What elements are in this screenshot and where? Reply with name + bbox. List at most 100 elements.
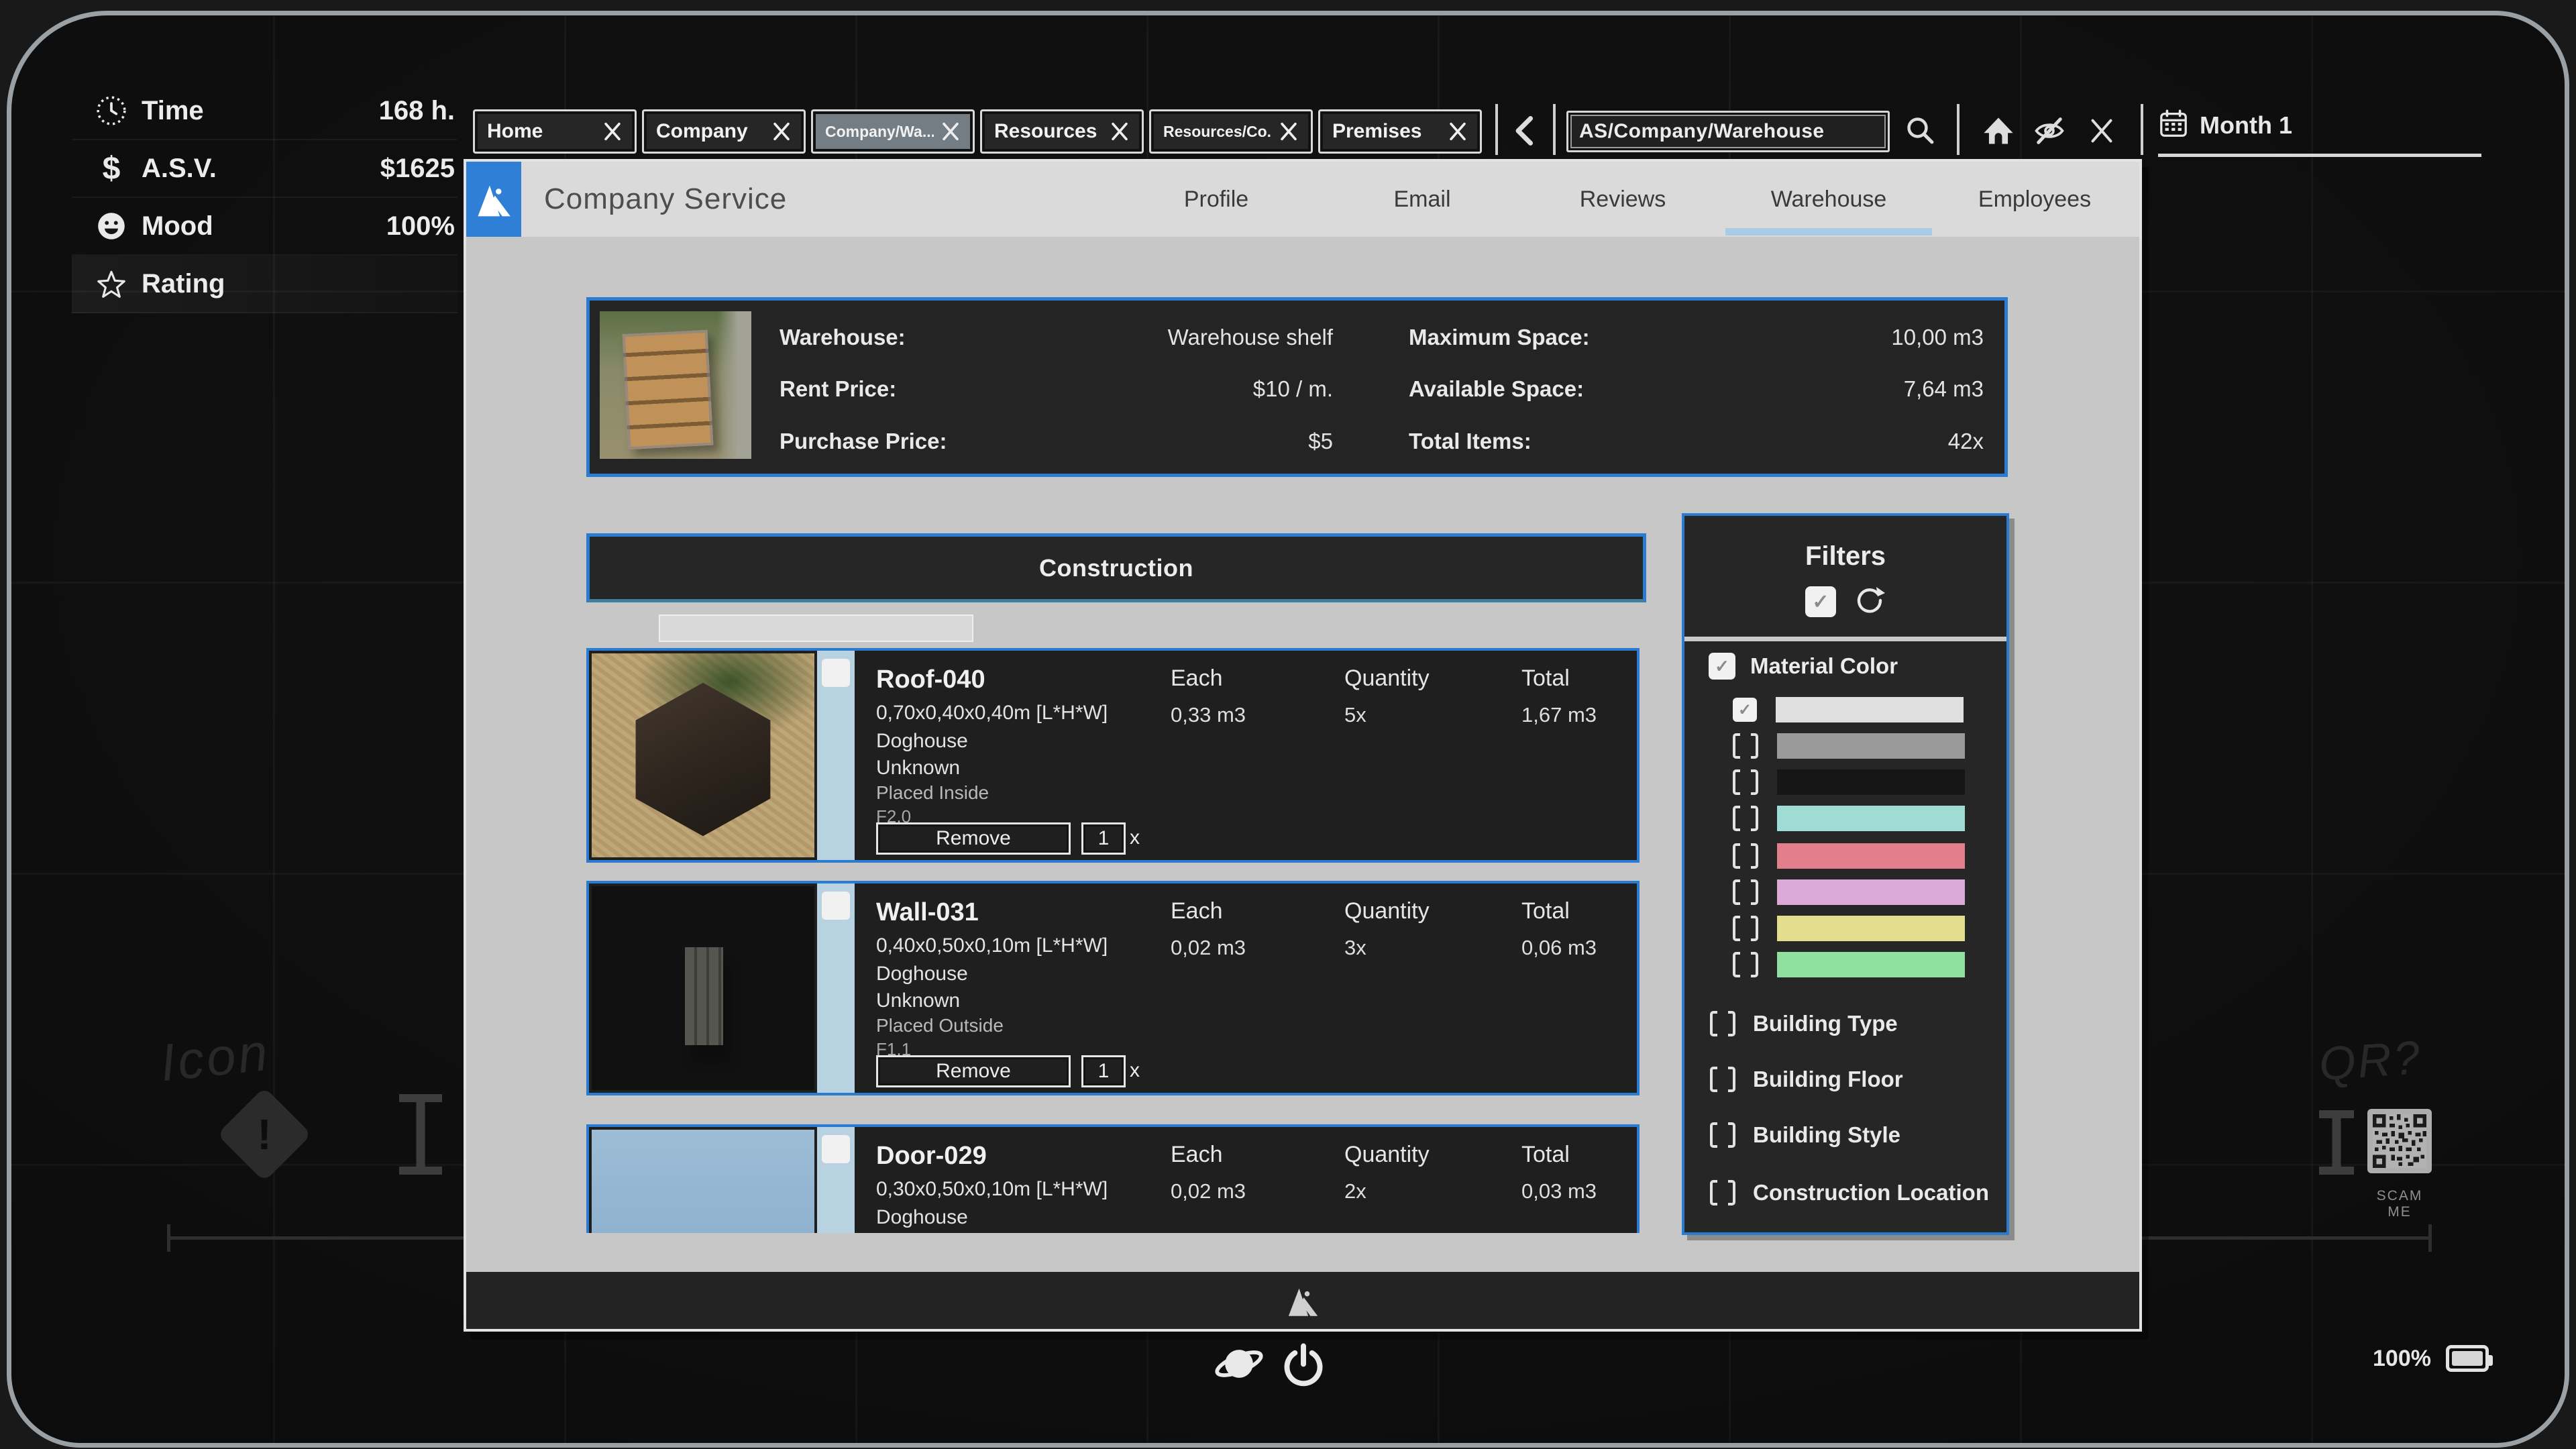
address-bar[interactable]: AS/Company/Warehouse: [1566, 111, 1890, 152]
browser-app-icon[interactable]: [1211, 1336, 1267, 1392]
hud-stats: Time 168 h. $ A.S.V. $1625 Mood 100% Rat…: [72, 83, 458, 313]
item-name: Roof-040: [876, 665, 985, 694]
item-total: 0,03 m3: [1521, 1179, 1597, 1203]
item-building: Doghouse: [876, 730, 968, 753]
item-building: Doghouse: [876, 963, 968, 985]
info-label: Available Space:: [1409, 376, 1584, 402]
construction-item-list[interactable]: Roof-040 0,70x0,40x0,40m [L*H*W] Doghous…: [586, 648, 1640, 1233]
section-checkbox[interactable]: [1710, 1180, 1735, 1205]
color-checkbox[interactable]: [1733, 843, 1758, 869]
tab-resources-construction[interactable]: Resources/Co...: [1149, 109, 1313, 154]
section-checkbox[interactable]: [1710, 1067, 1735, 1092]
item-total: 1,67 m3: [1521, 703, 1597, 727]
nav-profile[interactable]: Profile: [1184, 162, 1248, 237]
sketch-qr-label: QR?: [2317, 1030, 2423, 1091]
tab-label: Resources/Co...: [1163, 123, 1272, 141]
footer-logo-icon: [1285, 1285, 1320, 1317]
tab-home[interactable]: Home: [473, 109, 637, 154]
nav-employees[interactable]: Employees: [1978, 162, 2091, 237]
hud-label: Rating: [142, 269, 225, 299]
month-underline: [2158, 154, 2481, 157]
item-quantity: 5x: [1344, 703, 1366, 727]
nav-reviews[interactable]: Reviews: [1580, 162, 1666, 237]
computer-screen: Icon ! 64x64 QR? SCAM: [7, 11, 2569, 1448]
eye-off-icon[interactable]: [2031, 112, 2068, 150]
color-checkbox[interactable]: [1733, 769, 1758, 795]
close-icon[interactable]: [770, 120, 793, 143]
quantity-suffix: x: [1130, 826, 1140, 849]
color-checkbox[interactable]: [1733, 952, 1758, 977]
sketch-icon-label: Icon: [158, 1022, 273, 1094]
color-checkbox[interactable]: [1733, 806, 1758, 831]
search-icon[interactable]: [1902, 112, 1939, 150]
item-placement: Placed Outside: [876, 1015, 1004, 1036]
close-icon[interactable]: [601, 120, 624, 143]
item-image: [592, 653, 814, 857]
material-color-checkbox[interactable]: ✓: [1709, 653, 1735, 680]
col-header-total: Total: [1521, 1142, 1570, 1168]
tab-resources[interactable]: Resources: [980, 109, 1144, 154]
nav-email[interactable]: Email: [1393, 162, 1450, 237]
remove-button[interactable]: Remove: [876, 1055, 1071, 1087]
color-swatch[interactable]: [1777, 733, 1965, 759]
hud-label: Mood: [142, 211, 213, 241]
section-checkbox[interactable]: [1710, 1122, 1735, 1148]
color-swatch[interactable]: [1777, 769, 1965, 795]
color-checkbox[interactable]: [1733, 879, 1758, 905]
color-checkbox[interactable]: ✓: [1733, 698, 1757, 722]
color-checkbox[interactable]: [1733, 733, 1758, 759]
calendar-icon: [2158, 108, 2189, 142]
close-icon[interactable]: [1108, 120, 1131, 143]
color-swatch[interactable]: [1777, 952, 1965, 977]
quantity-input[interactable]: 1: [1081, 822, 1126, 855]
quantity-input[interactable]: 1: [1081, 1055, 1126, 1087]
item-checkbox[interactable]: [822, 1135, 850, 1163]
item-checkbox[interactable]: [822, 892, 850, 920]
color-swatch[interactable]: [1776, 697, 1964, 722]
warning-exclamation: !: [231, 1101, 298, 1168]
tab-company-warehouse[interactable]: Company/Wa...: [811, 109, 975, 154]
col-header-quantity: Quantity: [1344, 1142, 1430, 1168]
item-dimensions: 0,70x0,40x0,40m [L*H*W]: [876, 702, 1108, 724]
color-swatch[interactable]: [1777, 916, 1965, 941]
home-icon[interactable]: [1980, 112, 2017, 150]
info-label: Purchase Price:: [780, 429, 947, 454]
color-swatch[interactable]: [1777, 879, 1965, 905]
clock-icon: [91, 93, 132, 128]
item-checkbox[interactable]: [822, 659, 850, 687]
calendar-widget[interactable]: Month 1: [2158, 108, 2292, 142]
power-icon[interactable]: [1275, 1337, 1332, 1393]
close-icon[interactable]: [1277, 120, 1300, 143]
col-header-total: Total: [1521, 665, 1570, 692]
info-value: $10 / m.: [1253, 376, 1333, 402]
hud-row-rating: Rating: [72, 256, 458, 313]
tab-company[interactable]: Company: [642, 109, 806, 154]
filter-building-style[interactable]: Building Style: [1710, 1118, 1900, 1152]
tab-premises[interactable]: Premises: [1318, 109, 1482, 154]
item-total: 0,06 m3: [1521, 936, 1597, 960]
construction-section-header: Construction: [586, 533, 1646, 602]
active-tab-underline: [1725, 228, 1932, 235]
filter-construction-location[interactable]: Construction Location: [1710, 1175, 1989, 1210]
close-icon[interactable]: [1446, 120, 1469, 143]
toolbar-divider: [2141, 104, 2143, 155]
remove-button[interactable]: Remove: [876, 822, 1071, 855]
refresh-icon[interactable]: [1854, 584, 1886, 620]
color-swatch[interactable]: [1777, 806, 1965, 831]
color-checkbox[interactable]: [1733, 916, 1758, 941]
section-checkbox[interactable]: [1710, 1011, 1735, 1036]
company-service-logo[interactable]: [466, 162, 521, 237]
color-swatch[interactable]: [1777, 843, 1965, 869]
back-button[interactable]: [1509, 113, 1544, 148]
item-building: Doghouse: [876, 1206, 968, 1229]
warehouse-info-panel: Warehouse: Warehouse shelf Rent Price: $…: [586, 297, 2008, 477]
info-label: Maximum Space:: [1409, 325, 1590, 350]
filter-building-floor[interactable]: Building Floor: [1710, 1062, 1903, 1097]
filters-title: Filters: [1684, 541, 2006, 572]
tab-label: Resources: [994, 120, 1097, 143]
filter-building-type[interactable]: Building Type: [1710, 1006, 1898, 1041]
nav-warehouse[interactable]: Warehouse: [1771, 162, 1887, 237]
close-window-icon[interactable]: [2083, 112, 2121, 150]
filters-master-checkbox[interactable]: ✓: [1805, 586, 1836, 617]
close-icon[interactable]: [939, 120, 962, 143]
